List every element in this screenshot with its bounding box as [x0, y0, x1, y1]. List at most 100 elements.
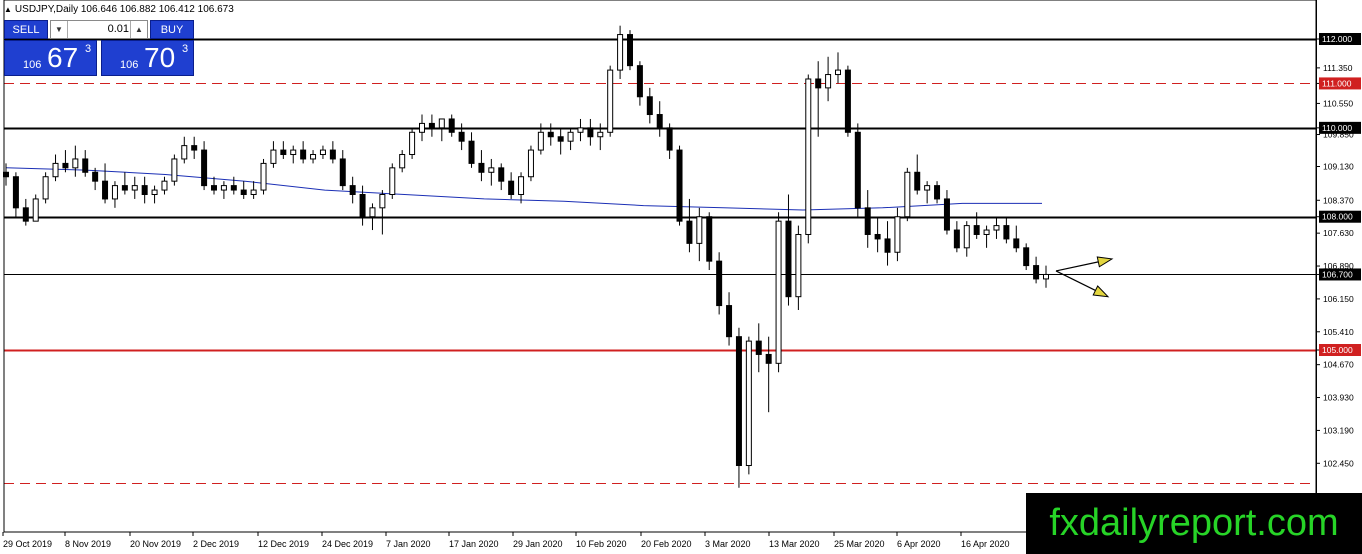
candle-body	[864, 207, 871, 235]
candle	[22, 198, 29, 226]
candle-body	[1003, 225, 1010, 240]
time-tick-label: 29 Oct 2019	[3, 539, 52, 549]
candle	[527, 145, 534, 182]
candle	[220, 181, 227, 199]
candle-body	[924, 185, 931, 191]
candle	[696, 207, 703, 262]
chart-window[interactable]: 112.000 111.350 111.000 110.550 110.000 109.8…	[0, 0, 1362, 554]
candle	[508, 172, 515, 199]
candle	[419, 114, 425, 142]
candle	[706, 212, 713, 271]
candle-body	[795, 233, 802, 298]
time-tick-label: 10 Feb 2020	[576, 539, 627, 549]
price-tick-label: 107.630	[1323, 228, 1354, 238]
candle-body	[438, 118, 445, 129]
candle-body	[567, 131, 574, 142]
candle	[1023, 243, 1030, 271]
candle	[874, 216, 881, 253]
candle	[468, 132, 475, 168]
candle	[230, 176, 237, 195]
symbol-title: ▲ USDJPY,Daily 106.646 106.882 106.412 10…	[4, 4, 234, 15]
time-tick-label: 20 Nov 2019	[130, 539, 181, 549]
candle	[488, 158, 495, 186]
lot-size-input[interactable]: ▼ 0.01 ▲	[50, 20, 148, 39]
dropdown-arrow-icon[interactable]: ▼	[51, 21, 68, 38]
candle-body	[409, 131, 416, 156]
candle-body	[448, 118, 455, 133]
candle-body	[240, 189, 247, 196]
candle	[676, 145, 683, 226]
candle	[617, 25, 624, 79]
buy-button[interactable]: BUY	[150, 20, 194, 39]
candle	[904, 167, 911, 222]
candle-body	[755, 340, 762, 355]
candle	[755, 323, 762, 373]
candle	[924, 181, 931, 204]
candle-body	[52, 162, 59, 178]
price-level-label: 108.000	[1322, 212, 1353, 222]
candle-body	[250, 189, 257, 196]
candle-body	[617, 34, 624, 71]
candle-body	[874, 233, 881, 240]
candle	[547, 123, 554, 146]
candle	[161, 176, 168, 195]
candle	[329, 141, 336, 164]
candle	[379, 190, 386, 235]
price-level-label: 112.000	[1322, 34, 1352, 44]
stepper-up-icon[interactable]: ▲	[130, 21, 147, 38]
price-level-label: 105.000	[1322, 345, 1353, 355]
candle-body	[1043, 273, 1049, 280]
candle-body	[171, 158, 178, 182]
triangle-icon: ▲	[4, 5, 12, 14]
candle	[844, 65, 851, 137]
candle	[498, 163, 505, 191]
candle-body	[716, 260, 723, 307]
price-chart[interactable]: 112.000111.350111.000110.550110.000109.8…	[0, 0, 1362, 554]
candle-body	[359, 194, 366, 218]
buy-price-display[interactable]: 106 70 3	[101, 40, 194, 76]
price-tick-label: 106.150	[1323, 294, 1354, 304]
time-tick-label: 7 Jan 2020	[386, 539, 431, 549]
candle-body	[577, 127, 584, 133]
candle	[201, 141, 208, 191]
candle-body	[676, 149, 683, 222]
candle	[240, 181, 247, 199]
lot-size-value[interactable]: 0.01	[69, 21, 129, 38]
candle	[597, 123, 604, 151]
candle	[280, 141, 287, 159]
candle	[250, 181, 257, 199]
candle-body	[419, 122, 425, 133]
sell-button[interactable]: SELL	[4, 20, 48, 39]
buy-price-big: 106	[120, 59, 139, 71]
candle-body	[537, 131, 544, 151]
candle-body	[854, 131, 861, 209]
candle-body	[211, 185, 217, 191]
candle	[1033, 256, 1040, 284]
candle	[339, 150, 346, 191]
candle	[765, 336, 772, 413]
candle-body	[310, 154, 317, 160]
candle-body	[270, 149, 277, 164]
candle-body	[62, 162, 69, 169]
candle	[12, 172, 19, 217]
candle	[587, 118, 594, 146]
candle	[42, 172, 49, 204]
candle	[290, 145, 297, 164]
candle-body	[339, 158, 346, 187]
time-tick-label: 3 Mar 2020	[705, 539, 751, 549]
candle-body	[973, 225, 980, 235]
sell-price-display[interactable]: 106 67 3	[4, 40, 97, 76]
candle-body	[1013, 238, 1020, 249]
candle-body	[191, 145, 198, 151]
candle-body	[914, 171, 921, 191]
candle-body	[884, 238, 891, 253]
candle-body	[161, 180, 168, 191]
chart-frame	[3, 0, 1317, 533]
candle	[260, 158, 267, 195]
candle	[458, 123, 465, 151]
time-tick-label: 2 Dec 2019	[193, 539, 239, 549]
candle-body	[260, 162, 267, 191]
time-tick-label: 8 Nov 2019	[65, 539, 111, 549]
candle-body	[547, 131, 554, 138]
candle-body	[428, 122, 435, 129]
